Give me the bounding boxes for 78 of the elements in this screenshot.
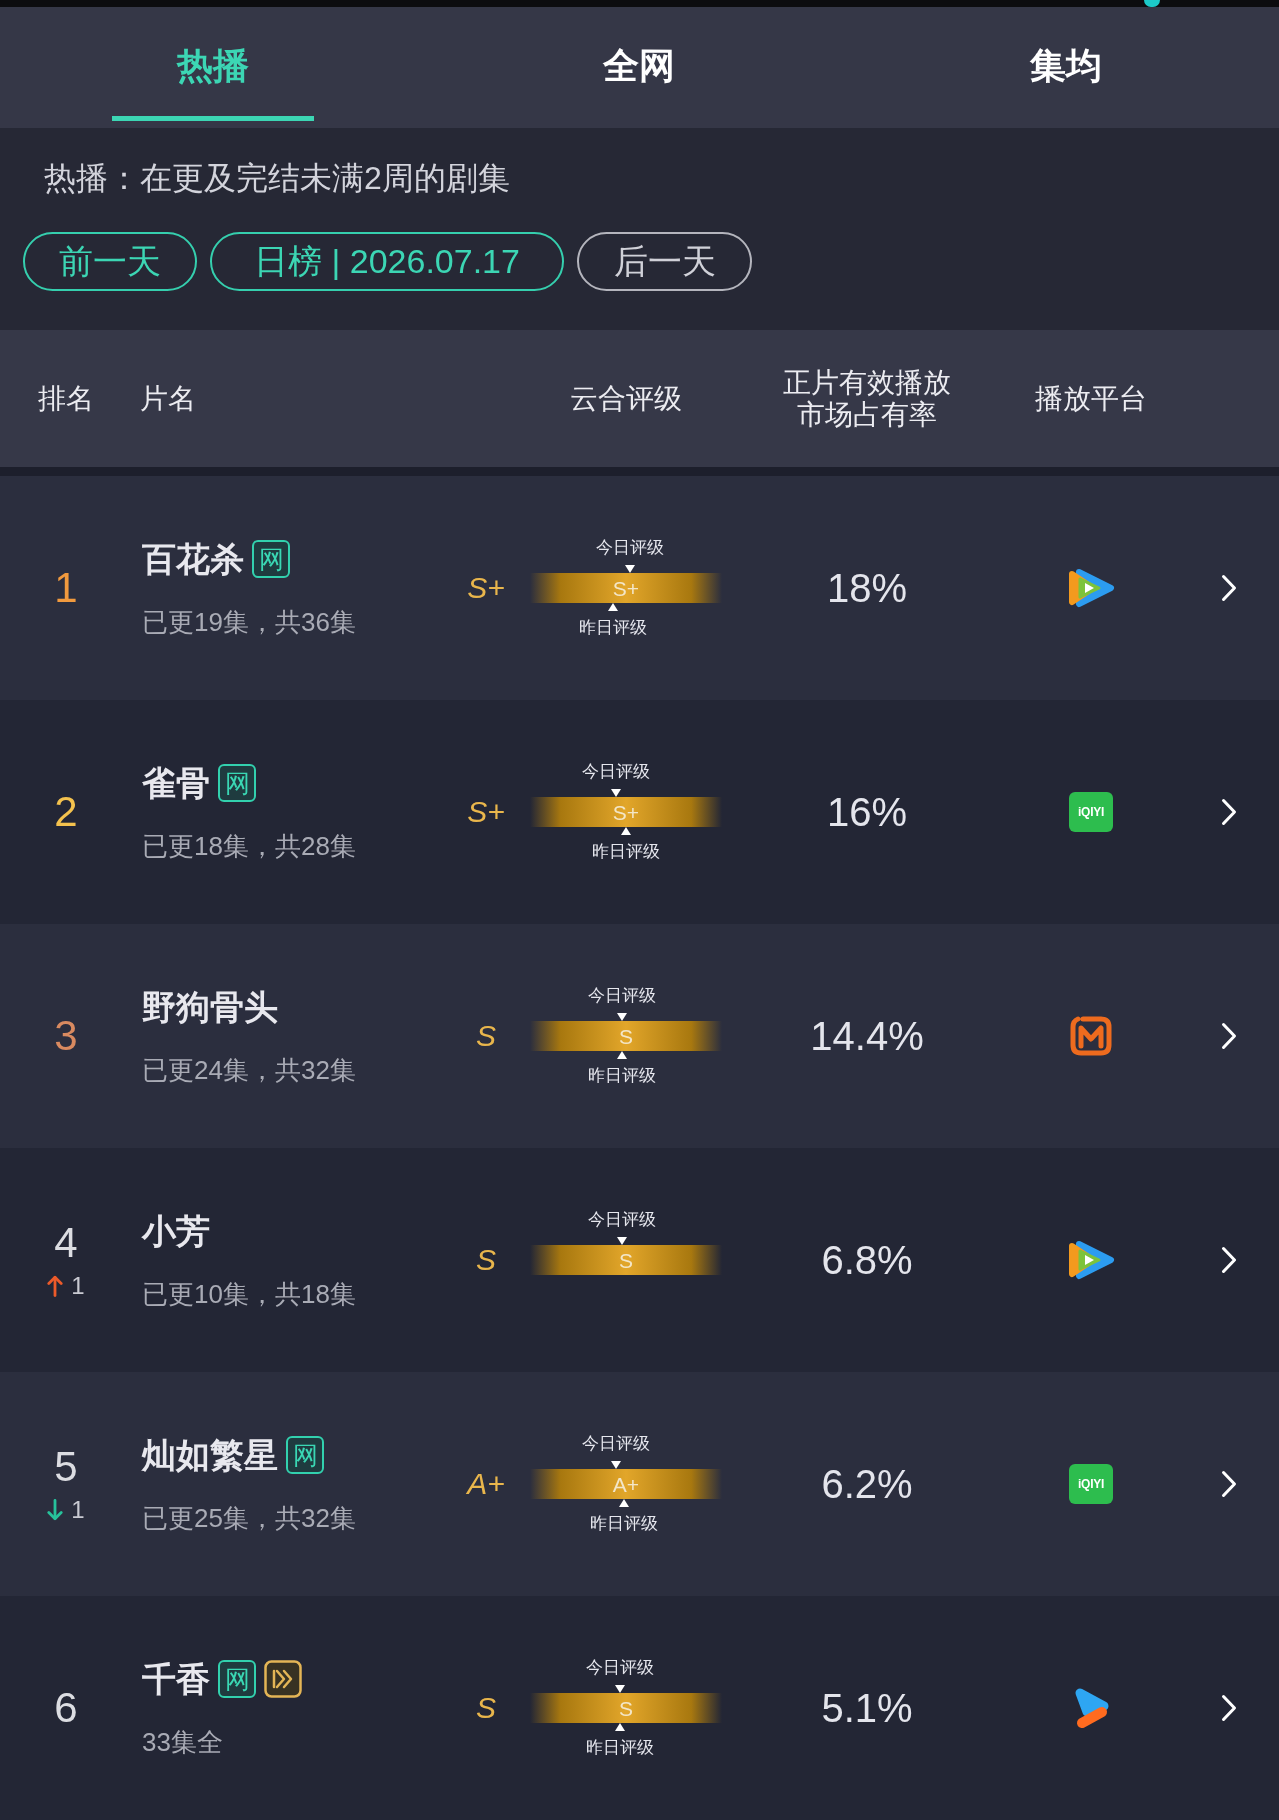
chevron-right-icon[interactable]: [1220, 1022, 1237, 1050]
column-header: 排名: [38, 382, 94, 415]
yesterday-rating-label: 昨日评级: [592, 841, 660, 863]
bar-grade-text: S: [619, 1249, 633, 1271]
market-share: 6.8%: [821, 1240, 913, 1280]
column-header: 片名: [140, 382, 196, 415]
chevron-right-icon[interactable]: [1220, 798, 1237, 826]
chevron-right-icon[interactable]: [1220, 1246, 1237, 1274]
web-tag: 网: [218, 764, 256, 802]
date-button[interactable]: 日榜 | 2026.07.17: [210, 232, 564, 291]
market-share: 16%: [826, 792, 908, 832]
episode-info: 已更24集，共32集: [142, 1054, 357, 1087]
episode-info: 已更10集，共18集: [142, 1278, 357, 1311]
grade-text: S: [476, 1021, 496, 1051]
today-rating-label: 今日评级: [582, 761, 651, 783]
grade-text: S+: [467, 797, 505, 827]
episode-info: 已更25集，共32集: [142, 1502, 357, 1535]
grade-text: S+: [467, 573, 505, 603]
bar-grade-text: S+: [612, 577, 640, 599]
episode-info: 已更18集，共28集: [142, 830, 357, 863]
tab[interactable]: 全网: [538, 7, 741, 121]
fast-forward-icon: [264, 1660, 302, 1698]
play-logo-icon: [1067, 1240, 1115, 1280]
grade-text: S: [476, 1245, 496, 1275]
today-rating-label: 今日评级: [588, 1209, 657, 1231]
tab[interactable]: 集均: [964, 7, 1167, 121]
bar-grade-text: S: [619, 1697, 633, 1719]
show-title: 雀骨: [142, 763, 210, 804]
web-tag: 网: [218, 1660, 256, 1698]
column-header: 播放平台: [1035, 382, 1147, 415]
web-tag: 网: [252, 540, 290, 578]
rank-number: 3: [54, 1012, 78, 1060]
chevron-right-icon[interactable]: [1220, 1694, 1237, 1722]
today-rating-label: 今日评级: [582, 1433, 651, 1455]
market-share: 5.1%: [821, 1688, 913, 1728]
show-title: 千香: [142, 1659, 210, 1700]
rank-number: 6: [54, 1684, 78, 1732]
rank-number: 1: [54, 564, 78, 612]
bar-grade-text: S: [619, 1025, 633, 1047]
show-title: 野狗骨头: [142, 987, 278, 1028]
yesterday-rating-label: 昨日评级: [588, 1065, 657, 1087]
bar-grade-text: A+: [612, 1473, 640, 1495]
rank-number: 4: [54, 1219, 78, 1267]
web-tag: 网: [286, 1436, 324, 1474]
show-title: 百花杀: [142, 539, 244, 580]
description-text: 热播：在更及完结未满2周的剧集: [44, 159, 511, 198]
market-share: 14.4%: [810, 1016, 924, 1056]
rank-change-value: 1: [71, 1495, 85, 1525]
down-arrow-icon: [47, 1499, 64, 1521]
episode-info: 已更19集，共36集: [142, 606, 357, 639]
up-arrow-icon: [47, 1275, 64, 1297]
rank-change-value: 1: [71, 1271, 85, 1301]
show-title: 小芳: [142, 1211, 210, 1252]
platform-logo: iQIYI: [1069, 792, 1113, 832]
date-button[interactable]: 前一天: [23, 232, 197, 291]
episode-info: 33集全: [142, 1726, 224, 1759]
market-share: 18%: [826, 568, 908, 608]
chevron-right-icon[interactable]: [1220, 574, 1237, 602]
m-logo-icon: [1069, 1015, 1113, 1057]
bar-grade-text: S+: [612, 801, 640, 823]
column-header: 正片有效播放市场占有率: [782, 366, 952, 431]
chevron-right-icon[interactable]: [1220, 1470, 1237, 1498]
platform-logo: iQIYI: [1069, 1464, 1113, 1504]
show-title: 灿如繁星: [142, 1435, 278, 1476]
tab[interactable]: 热播: [112, 7, 315, 121]
rank-number: 5: [54, 1443, 78, 1491]
play-logo-icon: [1067, 568, 1115, 608]
today-rating-label: 今日评级: [586, 1657, 655, 1679]
column-header: 云合评级: [570, 382, 682, 415]
rank-number: 2: [54, 788, 78, 836]
market-share: 6.2%: [821, 1464, 913, 1504]
yesterday-rating-label: 昨日评级: [578, 617, 647, 639]
today-rating-label: 今日评级: [595, 537, 664, 559]
today-rating-label: 今日评级: [588, 985, 657, 1007]
grade-text: A+: [467, 1469, 505, 1499]
yesterday-rating-label: 昨日评级: [586, 1737, 655, 1759]
yesterday-rating-label: 昨日评级: [590, 1513, 659, 1535]
grade-text: S: [476, 1693, 496, 1723]
